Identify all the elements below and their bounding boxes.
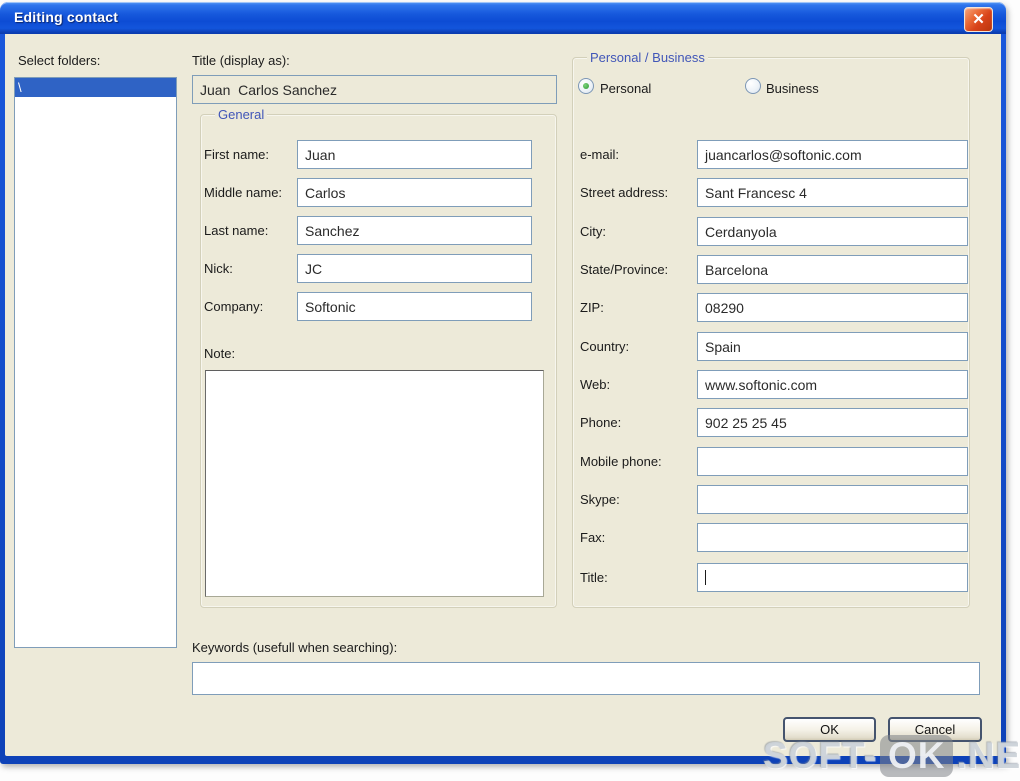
- title-bar: Editing contact ✕: [0, 2, 1006, 34]
- first-name-label: First name:: [204, 147, 270, 162]
- first-name-input[interactable]: Juan: [297, 140, 532, 169]
- window-title: Editing contact: [14, 9, 119, 25]
- personal-radio-label[interactable]: Personal: [600, 81, 651, 96]
- note-textarea[interactable]: [205, 370, 544, 597]
- skype-input[interactable]: [697, 485, 968, 514]
- nick-input[interactable]: JC: [297, 254, 532, 283]
- keywords-input[interactable]: [192, 662, 980, 695]
- fax-label: Fax:: [580, 530, 606, 545]
- title-display-box[interactable]: Juan Carlos Sanchez: [192, 75, 557, 104]
- watermark: SOFT-OK.NET: [763, 735, 1020, 777]
- business-radio-label[interactable]: Business: [766, 81, 819, 96]
- last-name-input[interactable]: Sanchez: [297, 216, 532, 245]
- city-label: City:: [580, 224, 606, 239]
- middle-name-input[interactable]: Carlos: [297, 178, 532, 207]
- folders-listbox[interactable]: \: [14, 77, 177, 648]
- text-caret: [705, 570, 706, 585]
- web-input[interactable]: www.softonic.com: [697, 370, 968, 399]
- mobile-phone-input[interactable]: [697, 447, 968, 476]
- folder-list-item-selected[interactable]: \: [15, 78, 176, 97]
- note-label: Note:: [204, 346, 236, 361]
- state-province-label: State/Province:: [580, 262, 669, 277]
- state-province-input[interactable]: Barcelona: [697, 255, 968, 284]
- zip-input[interactable]: 08290: [697, 293, 968, 322]
- country-input[interactable]: Spain: [697, 332, 968, 361]
- contact-title-input[interactable]: [697, 563, 968, 592]
- contact-title-label: Title:: [580, 570, 608, 585]
- close-icon[interactable]: ✕: [964, 7, 993, 32]
- email-label: e-mail:: [580, 147, 620, 162]
- title-display-label: Title (display as):: [192, 53, 290, 68]
- email-input[interactable]: juancarlos@softonic.com: [697, 140, 968, 169]
- skype-label: Skype:: [580, 492, 620, 507]
- zip-label: ZIP:: [580, 300, 604, 315]
- editing-contact-dialog: Editing contact ✕ Select folders: \ Titl…: [0, 2, 1006, 764]
- street-address-input[interactable]: Sant Francesc 4: [697, 178, 968, 207]
- radio-dot-icon: [583, 83, 589, 89]
- mobile-phone-label: Mobile phone:: [580, 454, 662, 469]
- select-folders-label: Select folders:: [18, 53, 101, 68]
- general-group-caption: General: [215, 107, 268, 122]
- personal-radio[interactable]: [578, 78, 594, 94]
- middle-name-label: Middle name:: [204, 185, 283, 200]
- phone-label: Phone:: [580, 415, 622, 430]
- page: Editing contact ✕ Select folders: \ Titl…: [0, 0, 1020, 781]
- web-label: Web:: [580, 377, 611, 392]
- fax-input[interactable]: [697, 523, 968, 552]
- city-input[interactable]: Cerdanyola: [697, 217, 968, 246]
- phone-input[interactable]: 902 25 25 45: [697, 408, 968, 437]
- street-address-label: Street address:: [580, 185, 669, 200]
- country-label: Country:: [580, 339, 630, 354]
- company-input[interactable]: Softonic: [297, 292, 532, 321]
- personal-business-caption: Personal / Business: [587, 50, 708, 65]
- last-name-label: Last name:: [204, 223, 269, 238]
- business-radio[interactable]: [745, 78, 761, 94]
- company-label: Company:: [204, 299, 264, 314]
- nick-label: Nick:: [204, 261, 233, 276]
- keywords-label: Keywords (usefull when searching):: [192, 640, 398, 655]
